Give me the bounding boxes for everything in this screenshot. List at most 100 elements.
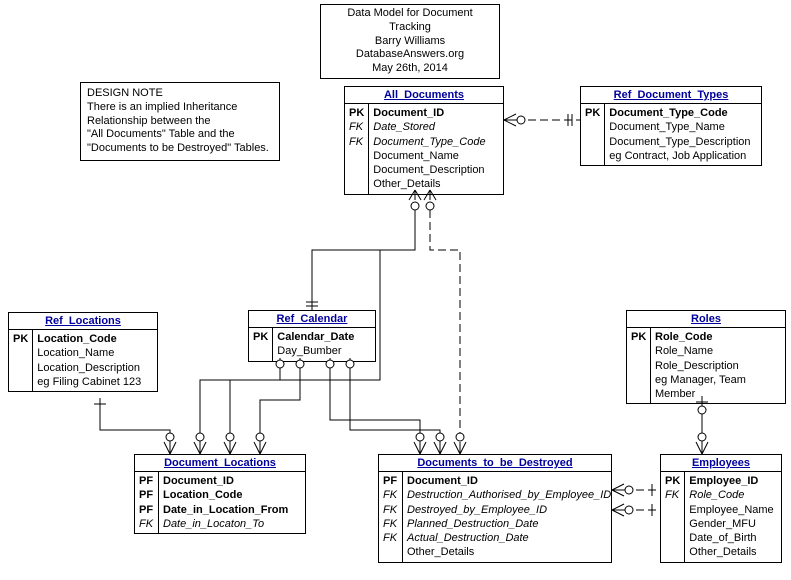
key-cell — [349, 149, 364, 163]
attr-cell: Role_Name — [655, 344, 779, 358]
attr-cell: Document_Name — [373, 149, 485, 163]
attr-cell: Destroyed_by_Employee_ID — [407, 503, 611, 517]
design-note-line-4: "Documents to be Destroyed" Tables. — [87, 142, 273, 156]
entity-attr-column: Location_CodeLocation_NameLocation_Descr… — [33, 330, 147, 391]
entity-body: PFFKFKFKFK Document_IDDestruction_Author… — [379, 472, 611, 562]
entity-attr-column: Document_IDDate_StoredDocument_Type_Code… — [369, 104, 491, 194]
attr-cell: Document_Type_Code — [609, 106, 750, 120]
title-line-1: Data Model for Document Tracking — [329, 7, 491, 35]
attr-cell: Document_Type_Name — [609, 120, 750, 134]
key-cell: FK — [383, 503, 398, 517]
entity-ref-document-types: Ref_Document_Types PK Document_Type_Code… — [580, 86, 762, 166]
key-cell — [631, 344, 646, 358]
key-cell — [349, 163, 364, 177]
title-line-3: DatabaseAnswers.org — [329, 48, 491, 62]
key-cell: PK — [349, 106, 364, 120]
design-note-line-3: "All Documents" Table and the — [87, 128, 273, 142]
key-cell: PF — [139, 488, 154, 502]
attr-cell: Document_Type_Code — [373, 135, 485, 149]
key-cell — [13, 375, 28, 389]
entity-key-column: PK — [627, 328, 651, 403]
key-cell — [13, 361, 28, 375]
attr-cell: Date_in_Location_From — [163, 503, 288, 517]
entity-title: Ref_Document_Types — [581, 87, 761, 104]
attr-cell: Document_ID — [373, 106, 485, 120]
model-title-box: Data Model for Document Tracking Barry W… — [320, 4, 500, 79]
key-cell: PK — [585, 106, 600, 120]
attr-cell: Document_ID — [163, 474, 288, 488]
key-cell: PF — [383, 474, 398, 488]
attr-cell: eg Filing Cabinet 123 — [37, 375, 141, 389]
entity-key-column: PK — [581, 104, 605, 165]
entity-body: PK Calendar_DateDay_Bumber — [249, 328, 375, 361]
attr-cell: Location_Name — [37, 346, 141, 360]
attr-cell: Destruction_Authorised_by_Employee_ID — [407, 488, 611, 502]
attr-cell: Location_Description — [37, 361, 141, 375]
key-cell: FK — [349, 135, 364, 149]
entity-title: Document_Locations — [135, 455, 305, 472]
entity-title: Ref_Calendar — [249, 311, 375, 328]
entity-title: All_Documents — [345, 87, 503, 104]
key-cell: FK — [383, 517, 398, 531]
key-cell — [585, 120, 600, 134]
key-cell — [383, 545, 398, 559]
entity-ref-calendar: Ref_Calendar PK Calendar_DateDay_Bumber — [248, 310, 376, 362]
entity-body: PK Document_Type_CodeDocument_Type_NameD… — [581, 104, 761, 165]
entity-documents-to-be-destroyed: Documents_to_be_Destroyed PFFKFKFKFK Doc… — [378, 454, 612, 563]
key-cell: PK — [631, 330, 646, 344]
key-cell — [13, 346, 28, 360]
attr-cell: Other_Details — [407, 545, 611, 559]
key-cell — [349, 177, 364, 191]
title-line-4: May 26th, 2014 — [329, 62, 491, 76]
key-cell: FK — [383, 531, 398, 545]
attr-cell: Actual_Destruction_Date — [407, 531, 611, 545]
key-cell — [665, 503, 680, 517]
key-cell: FK — [383, 488, 398, 502]
entity-title: Roles — [627, 311, 785, 328]
entity-employees: Employees PKFK Employee_IDRole_CodeEmplo… — [660, 454, 782, 563]
key-cell: PF — [139, 474, 154, 488]
attr-cell: Other_Details — [373, 177, 485, 191]
key-cell — [665, 545, 680, 559]
key-cell: PK — [13, 332, 28, 346]
key-cell: PK — [665, 474, 680, 488]
entity-attr-column: Document_Type_CodeDocument_Type_NameDocu… — [605, 104, 756, 165]
entity-title: Ref_Locations — [9, 313, 157, 330]
entity-attr-column: Role_CodeRole_NameRole_Descriptioneg Man… — [651, 328, 785, 403]
key-cell — [665, 531, 680, 545]
key-cell — [585, 149, 600, 163]
entity-roles: Roles PK Role_CodeRole_NameRole_Descript… — [626, 310, 786, 404]
attr-cell: Document_ID — [407, 474, 611, 488]
attr-cell: Date_Stored — [373, 120, 485, 134]
key-cell: PK — [253, 330, 268, 344]
entity-key-column: PK — [249, 328, 273, 361]
entity-key-column: PKFKFK — [345, 104, 369, 194]
attr-cell: Other_Details — [689, 545, 773, 559]
key-cell — [665, 517, 680, 531]
entity-body: PKFKFK Document_IDDate_StoredDocument_Ty… — [345, 104, 503, 194]
attr-cell: Calendar_Date — [277, 330, 354, 344]
entity-attr-column: Document_IDDestruction_Authorised_by_Emp… — [403, 472, 617, 562]
key-cell: FK — [665, 488, 680, 502]
entity-all-documents: All_Documents PKFKFK Document_IDDate_Sto… — [344, 86, 504, 195]
design-note-box: DESIGN NOTE There is an implied Inherita… — [80, 82, 280, 161]
entity-body: PKFK Employee_IDRole_CodeEmployee_NameGe… — [661, 472, 781, 562]
entity-body: PFPFPFFKDocument_IDLocation_CodeDate_in_… — [135, 472, 305, 533]
entity-key-column: PFFKFKFKFK — [379, 472, 403, 562]
entity-title: Documents_to_be_Destroyed — [379, 455, 611, 472]
attr-cell: Employee_ID — [689, 474, 773, 488]
title-line-2: Barry Williams — [329, 35, 491, 49]
attr-cell: Employee_Name — [689, 503, 773, 517]
key-cell — [253, 344, 268, 358]
design-note-heading: DESIGN NOTE — [87, 87, 273, 101]
attr-cell: Role_Code — [655, 330, 779, 344]
entity-document-locations: Document_Locations PFPFPFFKDocument_IDLo… — [134, 454, 306, 534]
key-cell — [631, 373, 646, 387]
entity-attr-column: Calendar_DateDay_Bumber — [273, 328, 360, 361]
entity-attr-column: Document_IDLocation_CodeDate_in_Location… — [159, 472, 294, 533]
key-cell: FK — [139, 517, 154, 531]
entity-body: PK Location_CodeLocation_NameLocation_De… — [9, 330, 157, 391]
design-note-line-2: Relationship between the — [87, 115, 273, 129]
entity-key-column: PFPFPFFK — [135, 472, 159, 533]
attr-cell: eg Manager, Team Member — [655, 373, 779, 402]
